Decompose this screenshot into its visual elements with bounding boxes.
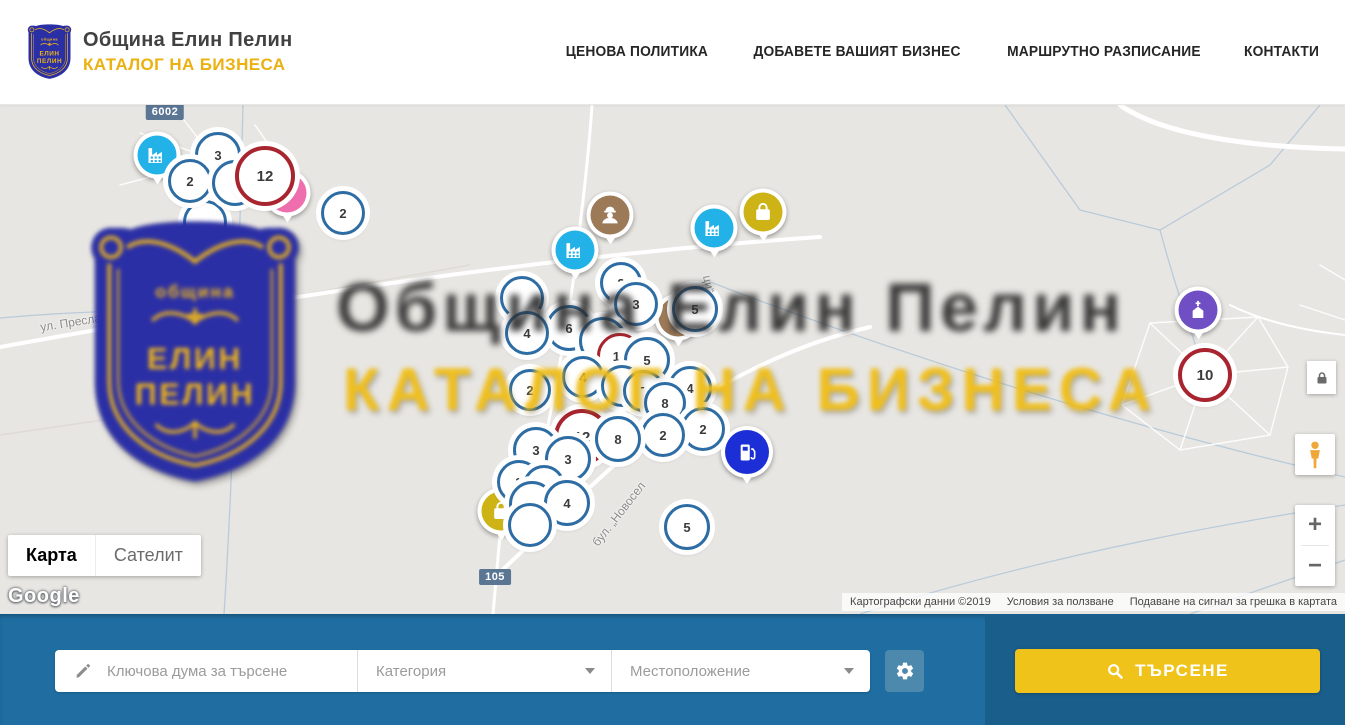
zoom-out-button[interactable]: − xyxy=(1295,546,1335,586)
street-label: бул. „Новосел xyxy=(589,479,648,549)
street-view-pegman-button[interactable] xyxy=(1295,434,1335,475)
logo-title: Община Елин Пелин xyxy=(83,29,293,52)
search-submit-button[interactable]: ТЪРСЕНЕ xyxy=(1015,649,1320,693)
worker-icon xyxy=(591,196,630,235)
map-pin-factory[interactable] xyxy=(691,205,738,252)
category-select[interactable]: Категория xyxy=(358,650,612,692)
map-marker-layer: 3251222356471354227482212833383451060021… xyxy=(0,105,1345,614)
factory-icon xyxy=(556,231,595,270)
nav-item-add-business[interactable]: ДОБАВЕТЕ ВАШИЯТ БИЗНЕС xyxy=(753,44,960,60)
map-cluster-marker[interactable]: 4 xyxy=(562,356,604,398)
location-select-value: Местоположение xyxy=(630,663,750,680)
chevron-down-icon xyxy=(844,668,854,674)
map-cluster-marker[interactable]: 2 xyxy=(641,413,685,457)
nav-item-contacts[interactable]: КОНТАКТИ xyxy=(1244,44,1319,60)
map-cluster-marker[interactable]: 2 xyxy=(168,159,212,203)
map-data-copyright: Картографски данни ©2019 xyxy=(850,596,991,608)
nav-item-transport-schedule[interactable]: МАРШРУТНО РАЗПИСАНИЕ xyxy=(1007,44,1201,60)
map-cluster-marker[interactable]: 5 xyxy=(664,504,710,550)
zoom-in-button[interactable]: + xyxy=(1295,505,1335,545)
main-nav: ЦЕНОВА ПОЛИТИКА ДОБАВЕТЕ ВАШИЯТ БИЗНЕС М… xyxy=(562,0,1321,104)
zoom-control: + − xyxy=(1295,505,1335,586)
site-logo[interactable]: община ЕЛИН ПЕЛИН Община Елин Пелин КАТА… xyxy=(27,23,293,80)
report-map-error-link[interactable]: Подаване на сигнал за грешка в картата xyxy=(1130,596,1337,608)
advanced-search-settings-button[interactable] xyxy=(885,650,924,692)
map-cluster-marker[interactable] xyxy=(183,200,227,244)
svg-text:община: община xyxy=(41,37,58,41)
map-cluster-marker[interactable]: 2 xyxy=(509,369,551,411)
keyword-segment xyxy=(55,650,358,692)
map-cluster-marker[interactable]: 4 xyxy=(505,311,549,355)
map-type-satellite-button[interactable]: Сателит xyxy=(95,535,201,576)
search-input-group: Категория Местоположение xyxy=(55,650,870,692)
map-pin-shopping-bag[interactable] xyxy=(740,189,787,236)
search-button-label: ТЪРСЕНЕ xyxy=(1135,661,1229,681)
shopping-bag-icon xyxy=(744,193,783,232)
google-logo[interactable]: Google xyxy=(8,585,80,608)
fuel-icon xyxy=(725,430,769,474)
gear-icon xyxy=(895,661,915,681)
factory-icon xyxy=(695,209,734,248)
map-cluster-marker[interactable]: 8 xyxy=(595,416,641,462)
nav-item-pricing[interactable]: ЦЕНОВА ПОЛИТИКА xyxy=(566,44,708,60)
pegman-icon xyxy=(1304,440,1326,470)
google-map[interactable]: 3251222356471354227482212833383451060021… xyxy=(0,105,1345,614)
road-number-badge: 6002 xyxy=(146,105,184,120)
logo-text: Община Елин Пелин КАТАЛОГ НА БИЗНЕСА xyxy=(83,29,293,75)
svg-text:ПЕЛИН: ПЕЛИН xyxy=(37,58,62,65)
map-cluster-marker[interactable]: 12 xyxy=(235,146,295,206)
map-cluster-marker[interactable] xyxy=(508,503,552,547)
map-pin-fuel[interactable] xyxy=(721,426,773,478)
category-select-value: Категория xyxy=(376,663,446,680)
lock-icon xyxy=(1314,370,1330,386)
terms-of-use-link[interactable]: Условия за ползване xyxy=(1007,596,1114,608)
map-pin-worker[interactable] xyxy=(587,192,634,239)
site-header: община ЕЛИН ПЕЛИН Община Елин Пелин КАТА… xyxy=(0,0,1345,105)
lock-scroll-button[interactable] xyxy=(1307,361,1336,394)
street-label: ул. Преслав xyxy=(39,310,108,334)
map-cluster-marker[interactable]: 2 xyxy=(681,407,725,451)
map-pin-church[interactable] xyxy=(1175,287,1222,334)
pencil-icon xyxy=(74,662,92,680)
map-type-control: Карта Сателит xyxy=(8,535,201,576)
chevron-down-icon xyxy=(585,668,595,674)
municipality-crest-icon: община ЕЛИН ПЕЛИН xyxy=(27,23,72,80)
map-type-map-button[interactable]: Карта xyxy=(8,535,95,576)
street-label: ци“ xyxy=(700,274,717,294)
logo-subtitle: КАТАЛОГ НА БИЗНЕСА xyxy=(83,55,293,75)
keyword-search-input[interactable] xyxy=(105,662,344,681)
map-cluster-marker[interactable]: 2 xyxy=(321,191,365,235)
search-icon xyxy=(1106,662,1124,680)
map-cluster-marker[interactable]: 3 xyxy=(614,282,658,326)
road-number-badge: 105 xyxy=(479,569,511,585)
map-pin-factory[interactable] xyxy=(552,227,599,274)
church-icon xyxy=(1179,291,1218,330)
search-bar: Категория Местоположение ТЪРСЕНЕ xyxy=(0,614,1345,725)
map-attribution: Картографски данни ©2019 Условия за полз… xyxy=(842,593,1345,611)
map-cluster-marker[interactable]: 10 xyxy=(1178,348,1232,402)
location-select[interactable]: Местоположение xyxy=(612,650,870,692)
svg-text:ЕЛИН: ЕЛИН xyxy=(39,50,59,57)
